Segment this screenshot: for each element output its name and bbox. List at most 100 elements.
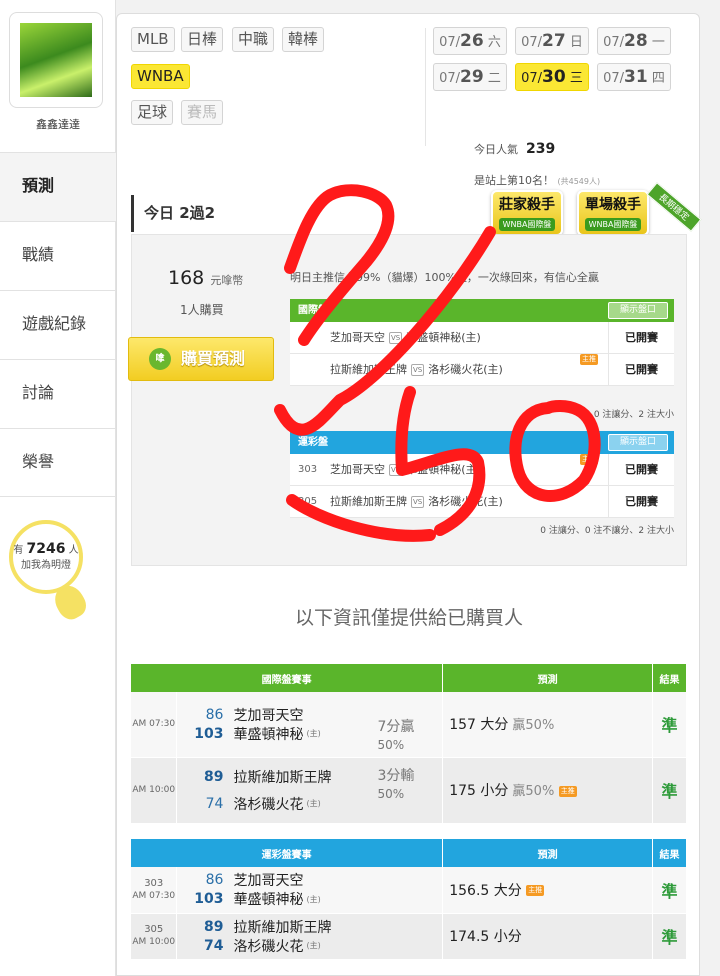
result-cell: 準 bbox=[652, 913, 687, 960]
sidebar-item-predict[interactable]: 預測 bbox=[0, 152, 116, 221]
table-row: 拉斯維加斯王牌 VS 洛杉磯火花(主) 主推 已開賽 bbox=[290, 354, 674, 386]
handicap-value: 7分贏 bbox=[377, 719, 415, 736]
home-team: 洛杉磯火花 bbox=[233, 796, 304, 813]
date-tab[interactable]: 07/29 二 bbox=[433, 63, 507, 91]
vs-icon: VS bbox=[411, 496, 425, 508]
col-header-result: 結果 bbox=[652, 839, 687, 867]
badge-sub: WNBA國際盤 bbox=[585, 218, 641, 231]
match-status: 已開賽 bbox=[608, 486, 674, 517]
prediction: 157 大分 bbox=[449, 717, 509, 734]
teams: 89 拉斯維加斯王牌 74 洛杉磯火花 (主) bbox=[177, 917, 442, 955]
date-day: 29 bbox=[460, 67, 484, 87]
home-line: 74 洛杉磯火花 (主) bbox=[177, 936, 442, 955]
prediction-card: 168 元嗱幣 1人購買 嗱購買預測 明日主推信心99%（貓爆）100%過，一次… bbox=[128, 234, 687, 566]
away-score: 86 bbox=[205, 706, 224, 723]
home-score: 74 bbox=[203, 937, 224, 954]
prediction: 175 小分 bbox=[449, 783, 509, 799]
match-status: 已開賽 bbox=[608, 354, 674, 385]
date-tab[interactable]: 07/27 日 bbox=[515, 27, 589, 55]
buy-prediction-button[interactable]: 嗱購買預測 bbox=[128, 337, 274, 381]
badge-title: 莊家殺手 bbox=[499, 197, 555, 213]
date-tab-selected[interactable]: 07/30 三 bbox=[515, 63, 589, 91]
game-number: 303 bbox=[298, 464, 318, 475]
rank-total: (共4549人) bbox=[557, 177, 601, 186]
follow-lamp-button[interactable]: 有 7246 人 加我為明燈 bbox=[9, 520, 83, 594]
sport-tab-wnba[interactable]: WNBA bbox=[131, 64, 190, 89]
fans-count: 7246 bbox=[26, 541, 66, 557]
user-avatar-image bbox=[20, 23, 92, 97]
game-time-cell: 305 AM 10:00 bbox=[131, 913, 178, 960]
sidebar-item-honor[interactable]: 榮譽 bbox=[0, 428, 116, 497]
sport-tab-kbo[interactable]: 韓棒 bbox=[282, 27, 325, 52]
fans-label: 加我為明燈 bbox=[21, 560, 71, 571]
home-tag: (主) bbox=[306, 941, 321, 950]
col-header-match: 運彩盤賽事 bbox=[131, 839, 444, 867]
vs-icon: VS bbox=[389, 464, 403, 476]
table-row: 芝加哥天空 VS 華盛頓神秘(主) 已開賽 bbox=[290, 322, 674, 354]
game-time: AM 07:30 bbox=[132, 718, 176, 729]
date-tab[interactable]: 07/31 四 bbox=[597, 63, 671, 91]
show-odds-button[interactable]: 顯示盤口 bbox=[608, 302, 668, 319]
away-line: 89 拉斯維加斯王牌 bbox=[177, 917, 442, 936]
home-tag: (主) bbox=[306, 729, 321, 739]
intl-mini-title: 國際盤 bbox=[298, 305, 328, 316]
date-day: 26 bbox=[460, 31, 484, 51]
date-day: 27 bbox=[542, 31, 566, 51]
sport-tab-npb[interactable]: 日棒 bbox=[181, 27, 224, 52]
match-teams: 芝加哥天空 VS 華盛頓神秘(主) bbox=[330, 454, 481, 486]
away-team: 拉斯維加斯王牌 bbox=[233, 919, 332, 936]
show-odds-button[interactable]: 顯示盤口 bbox=[608, 434, 668, 451]
coin-icon: 嗱 bbox=[149, 348, 171, 370]
main-pick-tag: 主推 bbox=[580, 354, 598, 365]
teams-cell: 89 拉斯維加斯王牌 74 洛杉磯火花 (主) bbox=[176, 913, 444, 960]
home-team: 洛杉磯火花(主) bbox=[428, 363, 503, 376]
win-rate: 贏50% bbox=[512, 784, 555, 799]
table-header: 運彩盤賽事 預測 結果 bbox=[131, 839, 687, 867]
rank-label: 是站上第10名！ bbox=[474, 174, 554, 187]
avatar[interactable] bbox=[9, 12, 103, 108]
date-day: 31 bbox=[624, 67, 648, 87]
badge-title: 單場殺手 bbox=[585, 197, 641, 213]
vs-icon: VS bbox=[411, 364, 425, 376]
intl-mini-table: 國際盤 顯示盤口 芝加哥天空 VS 華盛頓神秘(主) 已開賽 拉斯維加斯王牌 VS 洛杉磯火… bbox=[290, 299, 674, 386]
teams-cell: 86 芝加哥天空 103 華盛頓神秘 (主) 7分贏 50% bbox=[176, 692, 444, 758]
away-score: 89 bbox=[203, 918, 224, 935]
home-tag: (主) bbox=[306, 894, 321, 904]
result-cell: 準 bbox=[652, 692, 687, 758]
home-score: 103 bbox=[194, 725, 224, 742]
main-pick-tag: 主推 bbox=[558, 785, 577, 797]
match-status: 已開賽 bbox=[608, 322, 674, 353]
popularity-label: 今日人氣 bbox=[474, 143, 518, 156]
date-day: 30 bbox=[542, 67, 566, 87]
rank-text: 是站上第10名！ (共4549人) bbox=[474, 172, 600, 188]
sport-tab-horse[interactable]: 賽馬 bbox=[181, 100, 224, 125]
handicap: 3分輸 50% bbox=[377, 767, 414, 803]
main-pick-tag: 主推 bbox=[580, 454, 598, 465]
sport-tab-soccer[interactable]: 足球 bbox=[131, 100, 174, 125]
sidebar-item-discussion[interactable]: 討論 bbox=[0, 359, 116, 428]
home-score: 103 bbox=[194, 891, 224, 908]
result-cell: 準 bbox=[652, 757, 687, 824]
sidebar-item-game-log[interactable]: 遊戲紀錄 bbox=[0, 290, 116, 359]
sidebar-item-record[interactable]: 戰績 bbox=[0, 221, 116, 290]
handicap-pct: 50% bbox=[377, 738, 405, 753]
teams-cell: 89 拉斯維加斯王牌 74 洛杉磯火花 (主) 3分輸 50% bbox=[176, 757, 444, 824]
prediction: 156.5 大分 bbox=[449, 882, 522, 899]
date-weekday: 日 bbox=[569, 35, 583, 50]
prediction-cell: 157 大分 贏50% bbox=[442, 692, 653, 758]
sport-tab-mlb[interactable]: MLB bbox=[131, 27, 175, 52]
intl-result-table: 國際盤賽事 預測 結果 AM 07:30 86 芝加哥天空 103 華盛頓神秘 (主) 7… bbox=[131, 664, 687, 824]
lottery-mini-header: 運彩盤 顯示盤口 bbox=[290, 431, 674, 454]
popularity: 今日人氣 239 bbox=[474, 141, 555, 157]
sport-tab-cpbl[interactable]: 中職 bbox=[232, 27, 275, 52]
away-team: 拉斯維加斯王牌 bbox=[330, 363, 407, 376]
date-tab[interactable]: 07/26 六 bbox=[433, 27, 507, 55]
lottery-summary: 0 注讓分、0 注不讓分、2 注大小 bbox=[540, 526, 674, 536]
game-number: 305 bbox=[298, 496, 318, 507]
game-time: AM 07:30 bbox=[132, 890, 176, 901]
game-time-cell: AM 07:30 bbox=[131, 692, 178, 758]
game-number: 305 bbox=[144, 924, 164, 935]
teams: 86 芝加哥天空 103 華盛頓神秘 (主) 7分贏 50% bbox=[177, 705, 442, 753]
date-tab[interactable]: 07/28 一 bbox=[597, 27, 671, 55]
table-header: 國際盤賽事 預測 結果 bbox=[131, 664, 687, 692]
